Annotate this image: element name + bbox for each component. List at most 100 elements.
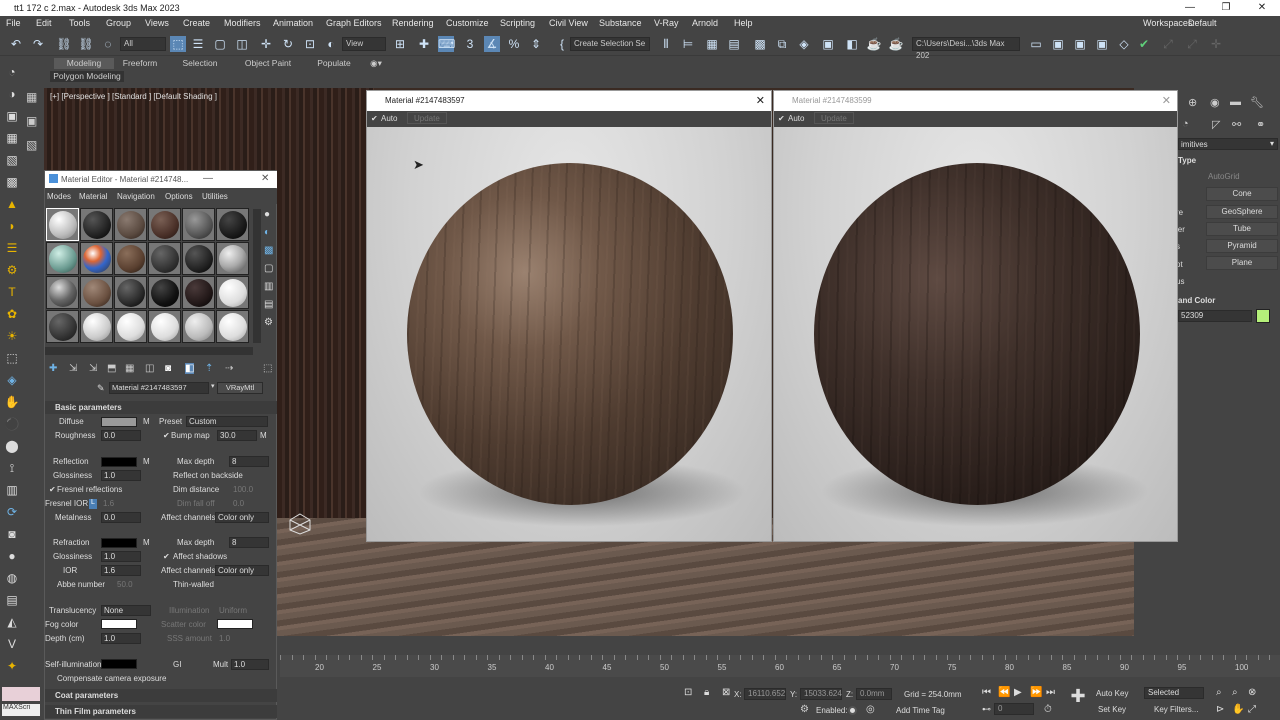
tool-icon-22[interactable]: ◙ [4, 526, 20, 542]
add-time-tag-button[interactable]: Add Time Tag [896, 706, 945, 715]
placement-icon[interactable]: ◐ [323, 36, 339, 52]
enabled-toggle[interactable] [848, 706, 857, 715]
pick-material-icon[interactable]: ✚ [49, 363, 57, 374]
x-coordinate-field[interactable]: 16110.652 [744, 688, 786, 700]
shapes-icon[interactable]: ◸ [1212, 118, 1220, 131]
close-icon[interactable]: ✕ [261, 173, 269, 184]
menu-scripting[interactable]: Scripting [500, 18, 535, 28]
preset-dropdown[interactable]: Custom [186, 416, 268, 427]
geometry-icon[interactable]: ◔ [1182, 118, 1189, 130]
ribbon-tab-freeform[interactable]: Freeform [114, 58, 166, 69]
move-icon[interactable]: ✛ [258, 36, 274, 52]
workspaces-select[interactable]: Default [1188, 18, 1217, 28]
update-button[interactable]: Update [814, 112, 854, 124]
menu-vray[interactable]: V-Ray [654, 18, 679, 28]
sample-slot[interactable] [46, 276, 79, 309]
spinner-snap-icon[interactable]: ⇕ [528, 36, 544, 52]
zoom-icon[interactable]: ⌕ [1216, 687, 1222, 698]
tool-icon-20[interactable]: ▥ [4, 482, 20, 498]
tool-icon-12[interactable]: ✿ [4, 306, 20, 322]
object-name-field[interactable]: 52309 [1178, 310, 1252, 322]
diffuse-color-swatch[interactable] [101, 417, 137, 427]
tool-icon-8[interactable]: ◗ [4, 218, 20, 234]
create-selection-set-dropdown[interactable]: Create Selection Se [570, 37, 650, 51]
tool-icon-15[interactable]: ◈ [4, 372, 20, 388]
toolbar-icon-b[interactable]: ▣ [1072, 36, 1088, 52]
link-icon[interactable]: ⛓ [56, 36, 72, 52]
ribbon-tab-object-paint[interactable]: Object Paint [236, 58, 300, 69]
create-tab-icon[interactable]: ⊕ [1188, 96, 1197, 109]
abbe-number-spinner[interactable]: 50.0 [117, 580, 133, 589]
material-type-button[interactable]: VRayMtl [217, 382, 263, 394]
menu-rendering[interactable]: Rendering [392, 18, 434, 28]
project-folder-icon[interactable]: ▭ [1028, 36, 1044, 52]
adaptive-degradation-icon[interactable]: ⚙ [800, 704, 809, 715]
key-mode-icon[interactable]: ⊷ [982, 704, 991, 715]
schematic-view-icon[interactable]: ⧉ [774, 36, 790, 52]
tool-icon-25[interactable]: ▤ [4, 592, 20, 608]
fog-color-swatch[interactable] [101, 619, 137, 629]
pyramid-button[interactable]: Pyramid [1206, 239, 1278, 253]
tool-icon-14[interactable]: ⬚ [4, 350, 20, 366]
goto-start-icon[interactable]: ⏮ [982, 687, 991, 698]
sample-slot[interactable] [216, 242, 249, 275]
ribbon-tab-modeling[interactable]: Modeling [54, 58, 114, 69]
keyboard-shortcut-icon[interactable]: ⌨ [438, 36, 455, 52]
tool-icon-9[interactable]: ☰ [4, 240, 20, 256]
align-icon[interactable]: ⊨ [680, 36, 696, 52]
lock-icon[interactable]: 🔒︎ [704, 687, 709, 698]
toolbar-icon-c[interactable]: ▣ [1094, 36, 1110, 52]
side-tool-icon-3[interactable]: ▧ [26, 138, 37, 152]
toolbar-icon-f[interactable]: ⤢ [1184, 36, 1200, 52]
select-object-icon[interactable]: ⬚ [170, 36, 186, 52]
sss-amount-spinner[interactable]: 1.0 [219, 634, 230, 643]
material-editor-window[interactable]: Material Editor - Material #214748... — … [44, 170, 277, 720]
check-icon[interactable]: ✔ [1136, 36, 1152, 52]
scene-explorer-icon[interactable]: ▦ [704, 36, 720, 52]
sample-slot[interactable] [46, 242, 79, 275]
refraction-affect-channels-dropdown[interactable]: Color only [215, 565, 269, 576]
basic-parameters-rollout[interactable]: Basic parameters [45, 401, 277, 414]
goto-end-icon[interactable]: ⏭ [1046, 687, 1055, 698]
dim-falloff-spinner[interactable]: 0.0 [233, 499, 244, 508]
menu-substance[interactable]: Substance [599, 18, 642, 28]
tool-icon-17[interactable]: ⚫ [4, 416, 20, 432]
menu-edit[interactable]: Edit [36, 18, 52, 28]
menu-create[interactable]: Create [183, 18, 210, 28]
bump-map-button[interactable]: M [260, 431, 267, 440]
rotate-icon[interactable]: ↻ [280, 36, 296, 52]
roughness-spinner[interactable]: 0.0 [101, 430, 141, 441]
sample-slot[interactable] [46, 310, 79, 343]
show-end-result-icon[interactable]: ◧ [185, 363, 195, 374]
menu-arnold[interactable]: Arnold [692, 18, 718, 28]
sample-slot[interactable] [114, 310, 147, 343]
sample-slot[interactable] [114, 276, 147, 309]
material-name-field[interactable]: Material #2147483597 [109, 382, 209, 394]
sample-slot[interactable] [148, 242, 181, 275]
menu-help[interactable]: Help [734, 18, 753, 28]
ribbon-options-icon[interactable]: ◉▾ [368, 58, 384, 69]
assign-material-icon[interactable]: ⇲ [69, 363, 77, 374]
sample-slot[interactable] [182, 276, 215, 309]
edit-named-sel-icon[interactable]: { [554, 36, 570, 52]
viewport-label[interactable]: [+] [Perspective ] [Standard ] [Default … [50, 92, 217, 101]
menu-group[interactable]: Group [106, 18, 131, 28]
sample-slot[interactable] [46, 208, 79, 241]
maxscript-listener[interactable]: MAXScri [0, 685, 44, 720]
reflect-backside-checkbox[interactable]: Reflect on backside [173, 471, 243, 480]
prev-frame-icon[interactable]: ⏪ [998, 687, 1010, 698]
curve-editor-icon[interactable]: ▩ [752, 36, 768, 52]
sample-slot[interactable] [216, 310, 249, 343]
tool-icon-13[interactable]: ☀ [4, 328, 20, 344]
put-to-library-icon[interactable]: ⬒ [107, 363, 116, 374]
mult-spinner[interactable]: 1.0 [231, 659, 269, 670]
maximize-viewport-icon[interactable]: ⤢ [1248, 704, 1256, 715]
eyedropper-icon[interactable]: ✎ [97, 383, 105, 394]
fresnel-ior-lock-icon[interactable]: L [89, 499, 97, 509]
menu-tools[interactable]: Tools [69, 18, 90, 28]
menu-navigation[interactable]: Navigation [117, 192, 155, 201]
project-path-field[interactable]: C:\Users\Desi...\3ds Max 202 [912, 37, 1020, 60]
tool-icon-11[interactable]: T [4, 284, 20, 300]
auto-checkbox-icon[interactable]: ✔ [371, 114, 378, 123]
fov-icon[interactable]: ⊳ [1216, 704, 1224, 715]
